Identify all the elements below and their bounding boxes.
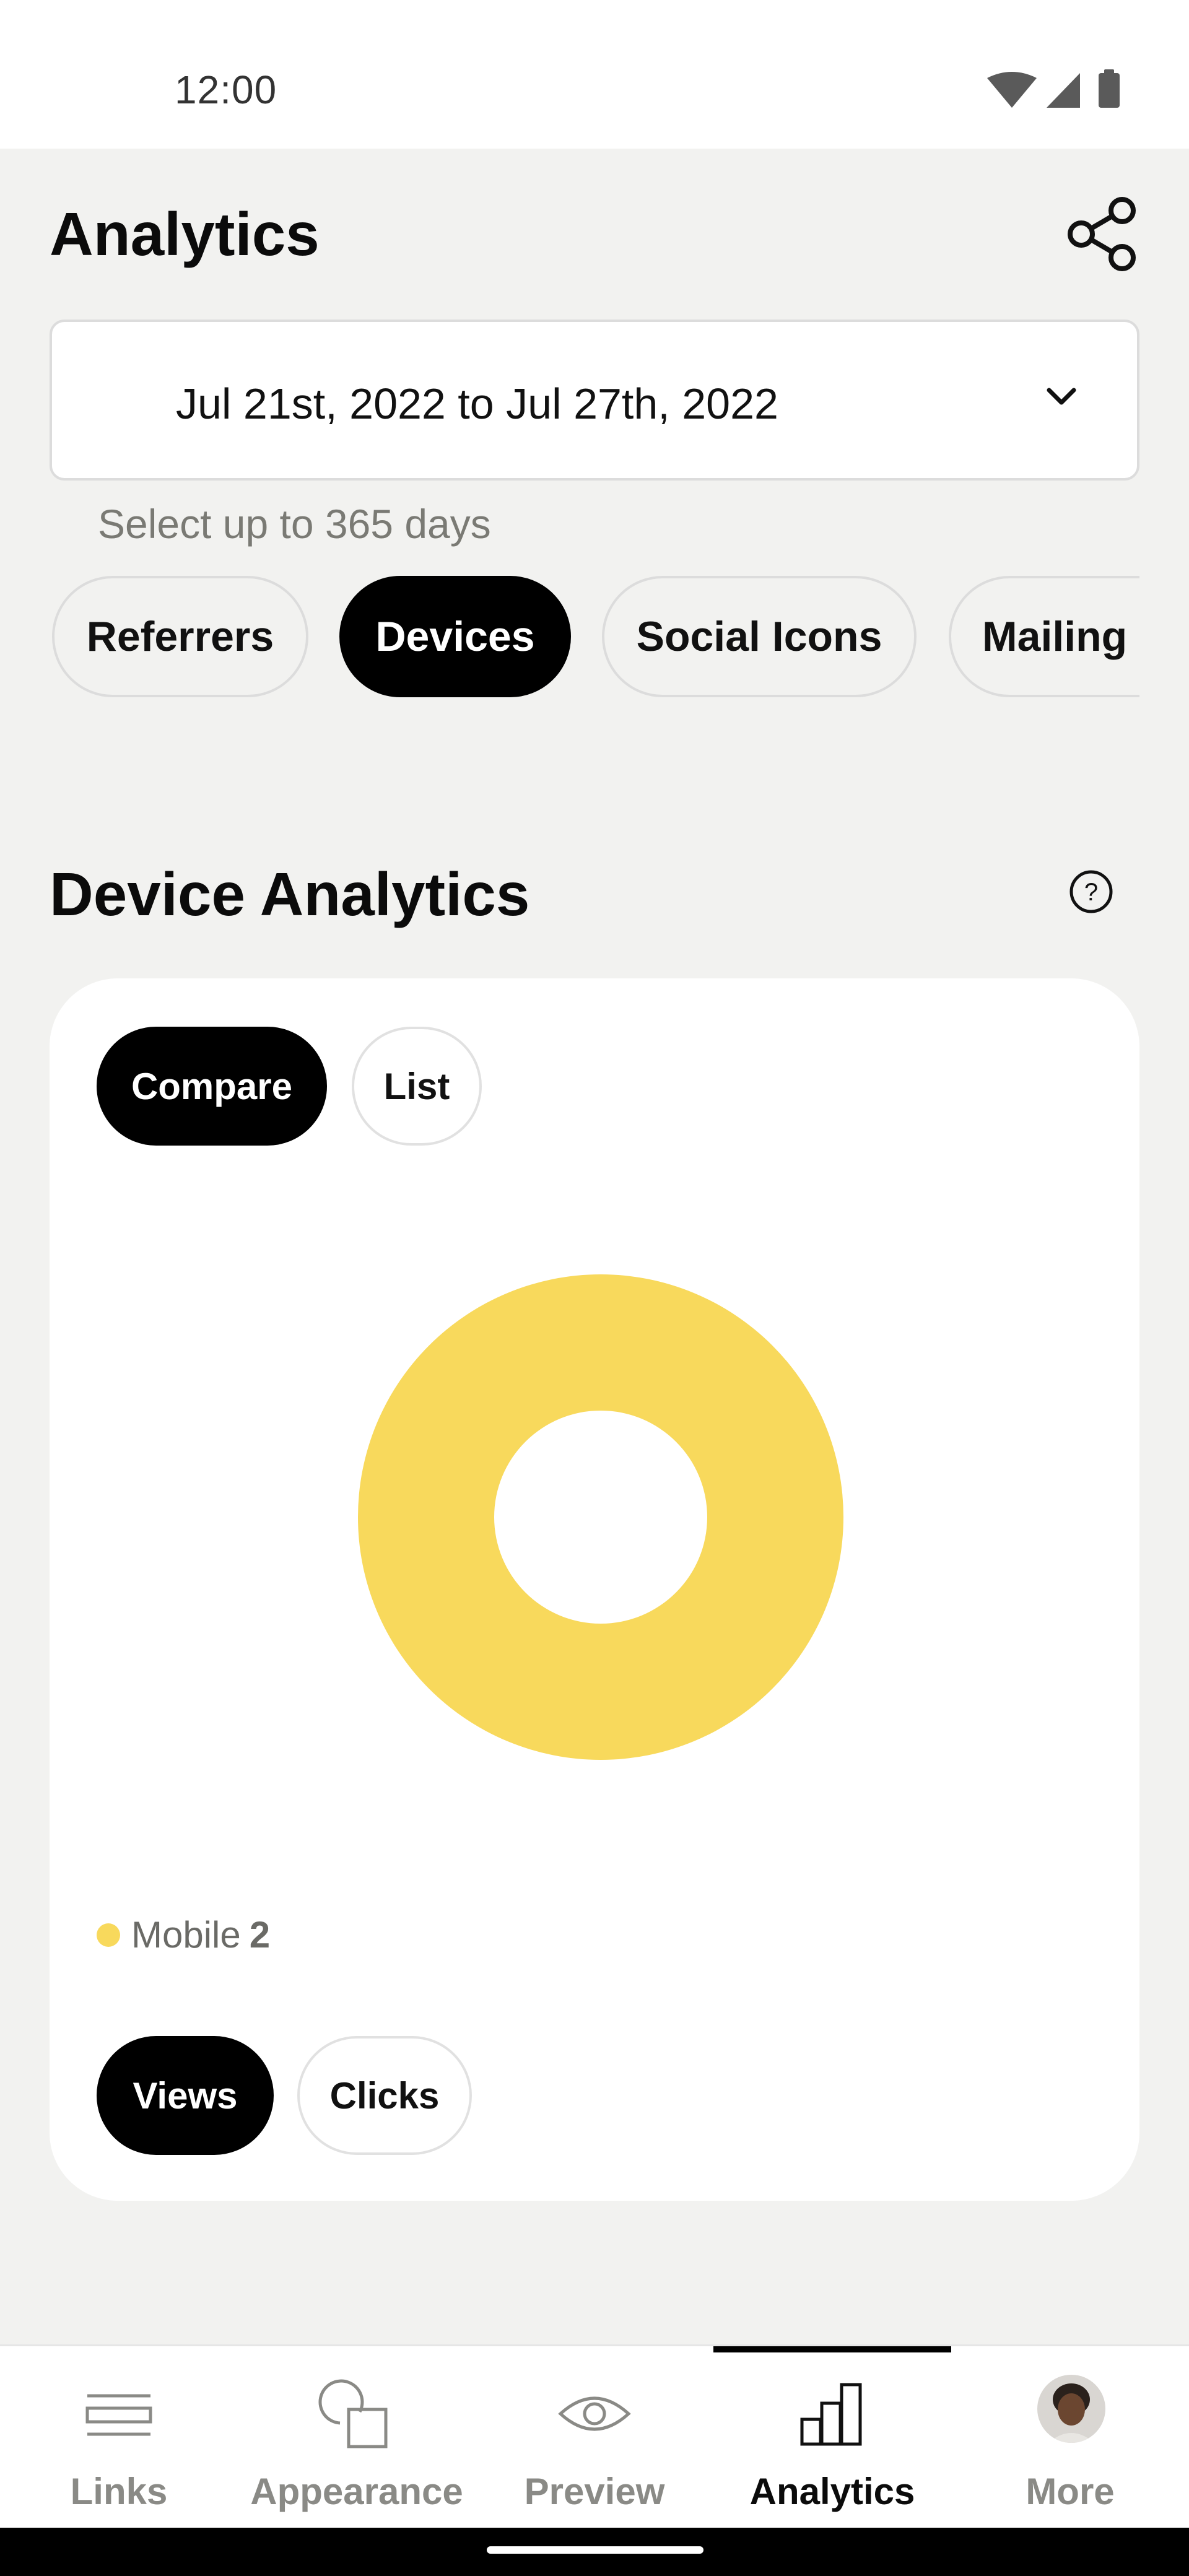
section-title: Device Analytics	[50, 860, 530, 928]
status-time: 12:00	[175, 67, 277, 112]
nav-links[interactable]: Links	[0, 2346, 238, 2530]
share-button[interactable]	[1063, 196, 1144, 272]
nav-label-analytics: Analytics	[749, 2471, 915, 2512]
signal-icon	[1047, 73, 1080, 108]
nav-label-links: Links	[70, 2471, 168, 2512]
nav-analytics[interactable]: Analytics	[713, 2346, 951, 2530]
compare-toggle-button[interactable]: Compare	[97, 1027, 327, 1146]
device-analytics-card: Compare List Mobile 2 Views Clicks	[50, 978, 1139, 2201]
nav-more[interactable]: More	[951, 2346, 1189, 2530]
legend-value-mobile: 2	[249, 1914, 271, 1956]
appearance-icon	[318, 2379, 388, 2448]
date-range-hint: Select up to 365 days	[98, 501, 491, 547]
views-toggle-button[interactable]: Views	[97, 2036, 274, 2155]
analytics-tabs: Referrers Devices Social Icons Mailing	[50, 576, 1139, 700]
bottom-navigation: Links Appearance Preview Analytics More	[0, 2344, 1189, 2528]
status-icons	[987, 69, 1120, 108]
legend-dot-mobile	[97, 1923, 120, 1947]
device-donut-chart	[358, 1274, 843, 1760]
nav-appearance[interactable]: Appearance	[238, 2346, 476, 2530]
date-range-value: Jul 21st, 2022 to Jul 27th, 2022	[176, 380, 778, 428]
status-bar: 12:00	[0, 0, 1189, 149]
share-icon	[1068, 197, 1136, 271]
chevron-down-icon	[1047, 388, 1076, 405]
system-navigation-bar	[0, 2528, 1189, 2576]
nav-label-more: More	[1026, 2471, 1115, 2512]
avatar	[1037, 2375, 1105, 2443]
tab-referrers[interactable]: Referrers	[52, 576, 308, 697]
clicks-toggle-button[interactable]: Clicks	[297, 2036, 472, 2155]
chart-legend: Mobile 2	[97, 1913, 270, 1956]
tab-devices[interactable]: Devices	[339, 576, 571, 697]
nav-label-appearance: Appearance	[250, 2471, 463, 2512]
links-icon	[85, 2394, 152, 2436]
tab-mailing[interactable]: Mailing	[949, 576, 1139, 697]
tab-social-icons[interactable]: Social Icons	[602, 576, 917, 697]
svg-text:?: ?	[1084, 879, 1098, 906]
analytics-icon	[800, 2383, 862, 2446]
nav-label-preview: Preview	[524, 2471, 665, 2512]
home-indicator[interactable]	[487, 2546, 703, 2554]
wifi-icon	[987, 72, 1037, 108]
donut-slice-mobile	[358, 1274, 843, 1760]
eye-icon	[558, 2396, 631, 2431]
nav-preview[interactable]: Preview	[476, 2346, 713, 2530]
legend-label-mobile: Mobile	[131, 1914, 241, 1956]
list-toggle-button[interactable]: List	[352, 1027, 482, 1146]
date-range-dropdown[interactable]: Jul 21st, 2022 to Jul 27th, 2022	[50, 320, 1139, 481]
page-title: Analytics	[50, 200, 320, 268]
help-icon[interactable]: ?	[1069, 869, 1113, 914]
battery-icon	[1099, 73, 1120, 108]
